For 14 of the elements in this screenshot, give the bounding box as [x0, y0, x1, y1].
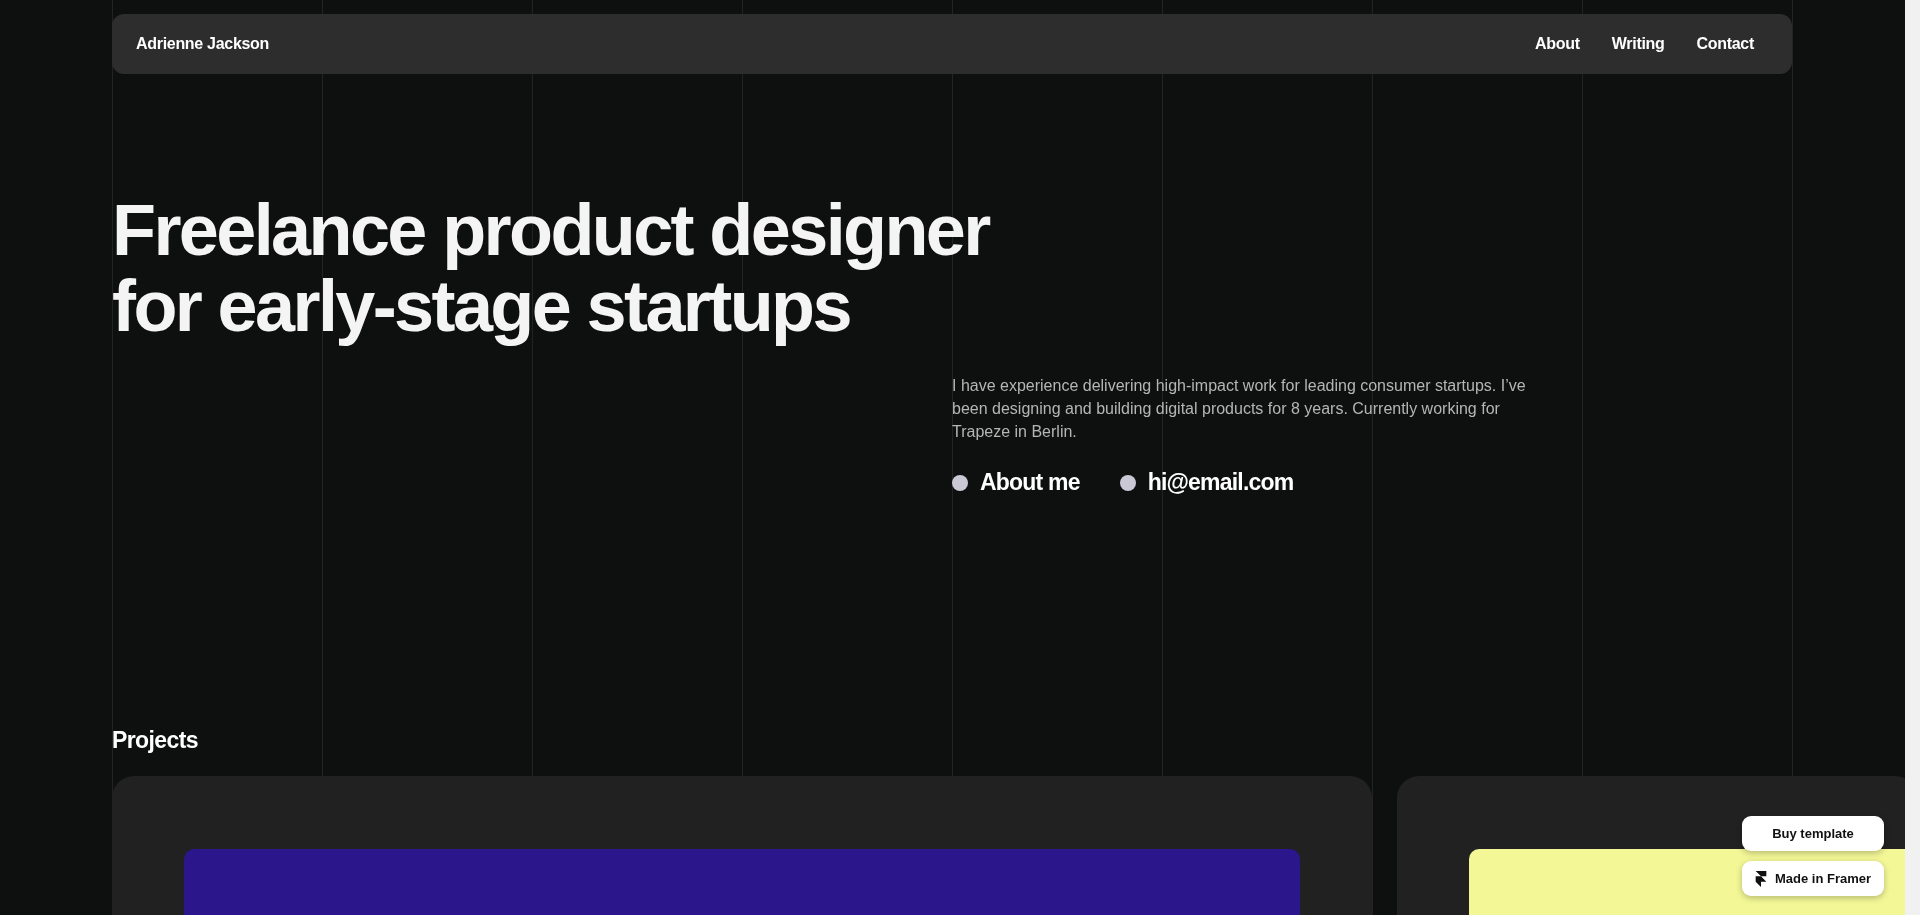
nav-link[interactable]: Writing [1611, 35, 1665, 53]
hero-link[interactable]: About me [952, 469, 1080, 496]
framer-button[interactable]: Made in Framer [1742, 861, 1884, 896]
section-title: Projects [112, 726, 199, 755]
intro-text: I have experience delivering high-impact work for leading consumer startups. I’ve been designing and building digital products for 8 years. Currently working for Trapeze in Berlin. [952, 376, 1527, 442]
hero-link[interactable]: hi@email.com [1119, 469, 1294, 496]
template-button[interactable]: Buy template [1742, 816, 1884, 851]
nav-link[interactable]: About [1535, 35, 1580, 53]
nav-link[interactable]: Contact [1696, 35, 1754, 53]
brand-name[interactable]: Adrienne Jackson [136, 35, 270, 53]
dot-icon [952, 474, 968, 491]
dot-icon [1119, 474, 1136, 491]
headline: Freelance product designer for early-stage startups [112, 192, 991, 344]
framer-logo-icon [1754, 870, 1767, 887]
